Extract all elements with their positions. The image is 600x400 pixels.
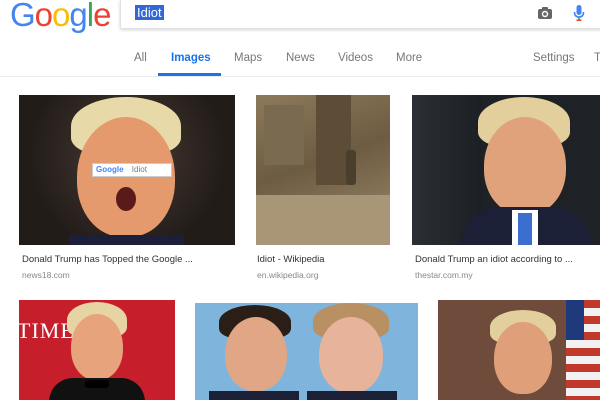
- tie-shape: [518, 213, 532, 245]
- image-result-card[interactable]: Google Idiot Donald Trump has Topped the…: [19, 95, 235, 280]
- face-shape: [77, 117, 175, 237]
- tab-news[interactable]: News: [286, 52, 315, 64]
- tab-videos[interactable]: Videos: [338, 52, 373, 64]
- result-caption[interactable]: Idiot - Wikipedia: [257, 254, 325, 265]
- image-thumbnail[interactable]: [195, 303, 418, 400]
- logo-letter: o: [52, 0, 70, 33]
- face-shape: [484, 117, 566, 215]
- face-shape: [494, 322, 552, 394]
- figure-shape: [346, 150, 356, 185]
- tab-maps[interactable]: Maps: [234, 52, 262, 64]
- microphone-icon[interactable]: [573, 4, 585, 27]
- image-result-card[interactable]: TIME: [19, 300, 175, 400]
- overlay-query-label: Idiot: [131, 165, 147, 174]
- tab-more[interactable]: More: [396, 52, 422, 64]
- overlay-google-label: Google: [96, 165, 124, 174]
- suit-shape: [307, 391, 397, 400]
- search-tabs: All Images Maps News Videos More Setting…: [0, 44, 600, 77]
- image-thumbnail[interactable]: [438, 300, 600, 400]
- image-thumbnail[interactable]: [256, 95, 390, 245]
- image-result-card[interactable]: Donald Trump an idiot according to ... t…: [412, 95, 600, 280]
- ruin-wall-shape: [264, 105, 304, 165]
- result-caption[interactable]: Donald Trump an idiot according to ...: [415, 254, 573, 265]
- image-result-card[interactable]: [438, 300, 600, 400]
- logo-letter: e: [93, 0, 111, 33]
- search-box[interactable]: Idiot: [120, 0, 600, 29]
- image-thumbnail[interactable]: Google Idiot: [19, 95, 235, 245]
- tab-all[interactable]: All: [134, 52, 147, 64]
- result-source: thestar.com.my: [415, 270, 473, 280]
- tab-images[interactable]: Images: [171, 52, 211, 64]
- image-result-card[interactable]: [195, 303, 418, 400]
- suit-shape: [69, 235, 184, 245]
- search-input[interactable]: Idiot: [135, 5, 164, 20]
- image-thumbnail[interactable]: TIME: [19, 300, 175, 400]
- flag-canton-shape: [566, 300, 584, 340]
- face-shape: [225, 317, 287, 391]
- result-caption[interactable]: Donald Trump has Topped the Google ...: [22, 254, 193, 265]
- camera-icon[interactable]: [537, 6, 553, 25]
- active-tab-indicator: [158, 73, 221, 76]
- tab-settings[interactable]: Settings: [533, 52, 575, 64]
- logo-letter: g: [69, 0, 87, 33]
- tab-tools[interactable]: T: [594, 52, 600, 64]
- result-source: news18.com: [22, 270, 70, 280]
- rubble-shape: [256, 195, 390, 245]
- image-thumbnail[interactable]: [412, 95, 600, 245]
- google-logo[interactable]: Google: [10, 0, 111, 34]
- logo-letter: o: [34, 0, 53, 33]
- result-source: en.wikipedia.org: [257, 270, 319, 280]
- logo-letter: G: [10, 0, 36, 33]
- face-shape: [319, 317, 383, 393]
- image-result-card[interactable]: Idiot - Wikipedia en.wikipedia.org: [256, 95, 391, 280]
- bowtie-shape: [85, 380, 109, 388]
- google-search-overlay: Google Idiot: [92, 163, 172, 177]
- open-mouth-shape: [116, 187, 136, 211]
- suit-shape: [209, 391, 299, 400]
- face-shape: [71, 314, 123, 380]
- header: Google Idiot All Images Maps News Videos: [0, 0, 600, 77]
